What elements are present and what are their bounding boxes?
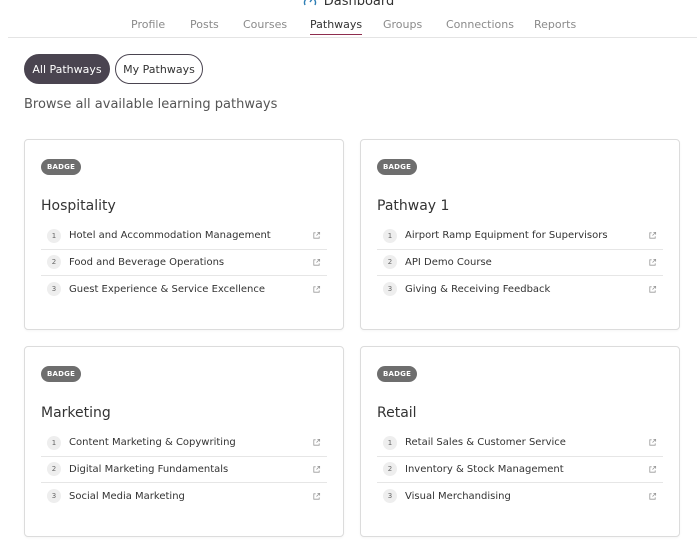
course-name[interactable]: Giving & Receiving Feedback bbox=[405, 284, 648, 295]
course-name[interactable]: Social Media Marketing bbox=[69, 491, 312, 502]
course-number: 3 bbox=[47, 282, 61, 297]
badge: BADGE bbox=[377, 159, 418, 175]
tab-posts[interactable]: Posts bbox=[190, 18, 219, 31]
course-list: 1 Retail Sales & Customer Service 2 Inve… bbox=[377, 430, 663, 510]
external-link-icon[interactable] bbox=[648, 258, 657, 267]
pathway-card-pathway-1[interactable]: BADGE Pathway 1 1 Airport Ramp Equipment… bbox=[360, 139, 680, 330]
course-number: 2 bbox=[47, 462, 61, 477]
course-list: 1 Content Marketing & Copywriting 2 Digi… bbox=[41, 430, 327, 510]
course-list: 1 Airport Ramp Equipment for Supervisors… bbox=[377, 223, 663, 303]
pathway-card-retail[interactable]: BADGE Retail 1 Retail Sales & Customer S… bbox=[360, 346, 680, 537]
course-item[interactable]: 3 Visual Merchandising bbox=[377, 483, 663, 510]
dashboard-gauge-icon bbox=[303, 0, 316, 6]
pathway-title[interactable]: Pathway 1 bbox=[377, 198, 449, 214]
badge: BADGE bbox=[41, 159, 82, 175]
course-number: 1 bbox=[47, 228, 61, 243]
course-list: 1 Hotel and Accommodation Management 2 F… bbox=[41, 223, 327, 303]
browse-description: Browse all available learning pathways bbox=[24, 97, 278, 112]
tab-profile[interactable]: Profile bbox=[131, 18, 165, 31]
course-number: 1 bbox=[383, 228, 397, 243]
external-link-icon[interactable] bbox=[648, 231, 657, 240]
course-number: 3 bbox=[383, 489, 397, 504]
badge: BADGE bbox=[377, 366, 418, 382]
course-name[interactable]: API Demo Course bbox=[405, 257, 648, 268]
course-item[interactable]: 1 Retail Sales & Customer Service bbox=[377, 430, 663, 457]
external-link-icon[interactable] bbox=[312, 258, 321, 267]
course-item[interactable]: 1 Content Marketing & Copywriting bbox=[41, 430, 327, 457]
course-item[interactable]: 3 Social Media Marketing bbox=[41, 483, 327, 510]
pathway-title[interactable]: Marketing bbox=[41, 405, 111, 421]
course-number: 2 bbox=[383, 462, 397, 477]
tab-groups[interactable]: Groups bbox=[383, 18, 422, 31]
course-name[interactable]: Food and Beverage Operations bbox=[69, 257, 312, 268]
course-name[interactable]: Airport Ramp Equipment for Supervisors bbox=[405, 230, 648, 241]
course-name[interactable]: Inventory & Stock Management bbox=[405, 464, 648, 475]
dashboard-link[interactable]: Dashboard bbox=[303, 0, 395, 9]
course-name[interactable]: Digital Marketing Fundamentals bbox=[69, 464, 312, 475]
course-item[interactable]: 2 Food and Beverage Operations bbox=[41, 250, 327, 276]
course-number: 1 bbox=[383, 435, 397, 450]
pathway-title[interactable]: Hospitality bbox=[41, 198, 116, 214]
course-item[interactable]: 3 Giving & Receiving Feedback bbox=[377, 276, 663, 303]
course-name[interactable]: Retail Sales & Customer Service bbox=[405, 437, 648, 448]
tab-pathways[interactable]: Pathways bbox=[310, 18, 363, 35]
course-name[interactable]: Hotel and Accommodation Management bbox=[69, 230, 312, 241]
badge: BADGE bbox=[41, 366, 82, 382]
external-link-icon[interactable] bbox=[648, 492, 657, 501]
course-name[interactable]: Guest Experience & Service Excellence bbox=[69, 284, 312, 295]
external-link-icon[interactable] bbox=[312, 438, 321, 447]
course-item[interactable]: 1 Hotel and Accommodation Management bbox=[41, 223, 327, 250]
course-item[interactable]: 1 Airport Ramp Equipment for Supervisors bbox=[377, 223, 663, 250]
course-name[interactable]: Content Marketing & Copywriting bbox=[69, 437, 312, 448]
external-link-icon[interactable] bbox=[312, 465, 321, 474]
course-number: 2 bbox=[47, 255, 61, 270]
pathway-title[interactable]: Retail bbox=[377, 405, 417, 421]
course-item[interactable]: 2 Digital Marketing Fundamentals bbox=[41, 457, 327, 483]
course-number: 3 bbox=[383, 282, 397, 297]
course-item[interactable]: 2 Inventory & Stock Management bbox=[377, 457, 663, 483]
course-number: 2 bbox=[383, 255, 397, 270]
external-link-icon[interactable] bbox=[648, 465, 657, 474]
my-pathways-button[interactable]: My Pathways bbox=[115, 54, 203, 84]
course-item[interactable]: 2 API Demo Course bbox=[377, 250, 663, 276]
course-number: 3 bbox=[47, 489, 61, 504]
all-pathways-button[interactable]: All Pathways bbox=[24, 54, 110, 84]
course-item[interactable]: 3 Guest Experience & Service Excellence bbox=[41, 276, 327, 303]
tab-reports[interactable]: Reports bbox=[534, 18, 576, 31]
dashboard-title: Dashboard bbox=[323, 0, 395, 9]
tab-courses[interactable]: Courses bbox=[243, 18, 287, 31]
course-number: 1 bbox=[47, 435, 61, 450]
tab-connections[interactable]: Connections bbox=[446, 18, 514, 31]
external-link-icon[interactable] bbox=[312, 231, 321, 240]
external-link-icon[interactable] bbox=[312, 492, 321, 501]
external-link-icon[interactable] bbox=[648, 285, 657, 294]
pathway-card-hospitality[interactable]: BADGE Hospitality 1 Hotel and Accommodat… bbox=[24, 139, 344, 330]
external-link-icon[interactable] bbox=[648, 438, 657, 447]
external-link-icon[interactable] bbox=[312, 285, 321, 294]
course-name[interactable]: Visual Merchandising bbox=[405, 491, 648, 502]
profile-nav: Profile Posts Courses Pathways Groups Co… bbox=[8, 14, 697, 38]
pathway-card-marketing[interactable]: BADGE Marketing 1 Content Marketing & Co… bbox=[24, 346, 344, 537]
dashboard-header: Dashboard bbox=[0, 0, 697, 11]
